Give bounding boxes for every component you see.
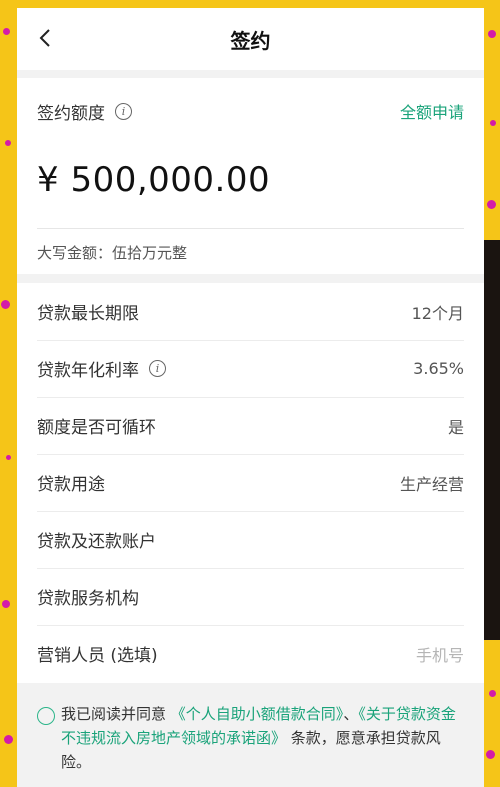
amount-label: 签约额度 bbox=[37, 103, 105, 124]
detail-row-marketer: 营销人员 (选填) 手机号 bbox=[37, 625, 464, 682]
decor-dot bbox=[486, 750, 495, 759]
capital-amount: 大写金额：伍拾万元整 bbox=[37, 244, 188, 262]
row-label: 贷款用途 bbox=[37, 475, 105, 495]
amount-section: 签约额度 i 全额申请 ¥ 500,000.00 大写金额：伍拾万元整 bbox=[17, 78, 484, 274]
detail-row-institution[interactable]: 贷款服务机构 bbox=[37, 568, 464, 626]
page-title: 签约 bbox=[230, 28, 271, 53]
row-label: 贷款及还款账户 bbox=[37, 532, 156, 552]
decor-dot bbox=[1, 300, 10, 309]
agreement-separator: 、 bbox=[343, 705, 359, 723]
phone-screen: 签约 签约额度 i 全额申请 ¥ 500,000.00 大写金额：伍拾万元整 贷… bbox=[17, 8, 484, 787]
decor-dot bbox=[490, 120, 496, 126]
decor-dot bbox=[488, 30, 496, 38]
detail-row-rate: 贷款年化利率 i 3.65% bbox=[37, 340, 464, 398]
background-photo-edge bbox=[484, 240, 500, 640]
decor-dot bbox=[6, 455, 11, 460]
row-label: 贷款最长期限 bbox=[37, 304, 139, 324]
info-icon[interactable]: i bbox=[149, 360, 166, 377]
row-label: 额度是否可循环 bbox=[37, 418, 156, 438]
decor-dot bbox=[5, 140, 11, 146]
decor-dot bbox=[2, 600, 10, 608]
back-arrow-icon[interactable] bbox=[35, 27, 57, 49]
decor-dot bbox=[487, 200, 496, 209]
decor-dot bbox=[4, 735, 13, 744]
row-label: 贷款年化利率 bbox=[37, 361, 139, 381]
agreement-section: 我已阅读并同意 《个人自助小额借款合同》、《关于贷款资金不违规流入房地产领域的承… bbox=[17, 690, 484, 787]
phone-input[interactable]: 手机号 bbox=[416, 642, 464, 666]
detail-row-account[interactable]: 贷款及还款账户 bbox=[37, 511, 464, 569]
decor-dot bbox=[489, 690, 496, 697]
row-label: 营销人员 (选填) bbox=[37, 646, 158, 666]
agreement-text: 我已阅读并同意 《个人自助小额借款合同》、《关于贷款资金不违规流入房地产领域的承… bbox=[61, 702, 466, 774]
full-apply-link[interactable]: 全额申请 bbox=[400, 99, 464, 123]
detail-row-purpose[interactable]: 贷款用途 生产经营 bbox=[37, 454, 464, 512]
divider bbox=[37, 228, 464, 229]
top-bar: 签约 bbox=[17, 8, 484, 70]
contract-link[interactable]: 《个人自助小额借款合同》 bbox=[171, 705, 344, 723]
row-value: 12个月 bbox=[411, 303, 464, 323]
row-value: 生产经营 bbox=[399, 474, 464, 494]
agreement-prefix: 我已阅读并同意 bbox=[61, 705, 167, 723]
loan-details: 贷款最长期限 12个月 贷款年化利率 i 3.65% 额度是否可循环 是 贷款用… bbox=[17, 283, 484, 683]
row-label: 贷款服务机构 bbox=[37, 589, 139, 609]
detail-row-revolving: 额度是否可循环 是 bbox=[37, 397, 464, 455]
agree-radio[interactable] bbox=[37, 707, 55, 725]
row-value: 3.65% bbox=[413, 359, 464, 378]
amount-header: 签约额度 i 全额申请 bbox=[37, 88, 464, 134]
info-icon[interactable]: i bbox=[115, 102, 132, 120]
decor-dot bbox=[3, 28, 10, 35]
amount-label-wrap: 签约额度 i bbox=[37, 99, 132, 124]
amount-value: ¥ 500,000.00 bbox=[37, 160, 271, 200]
row-value: 是 bbox=[447, 417, 464, 437]
detail-row-term: 贷款最长期限 12个月 bbox=[37, 283, 464, 341]
rate-label-wrap: 贷款年化利率 i bbox=[37, 356, 166, 381]
